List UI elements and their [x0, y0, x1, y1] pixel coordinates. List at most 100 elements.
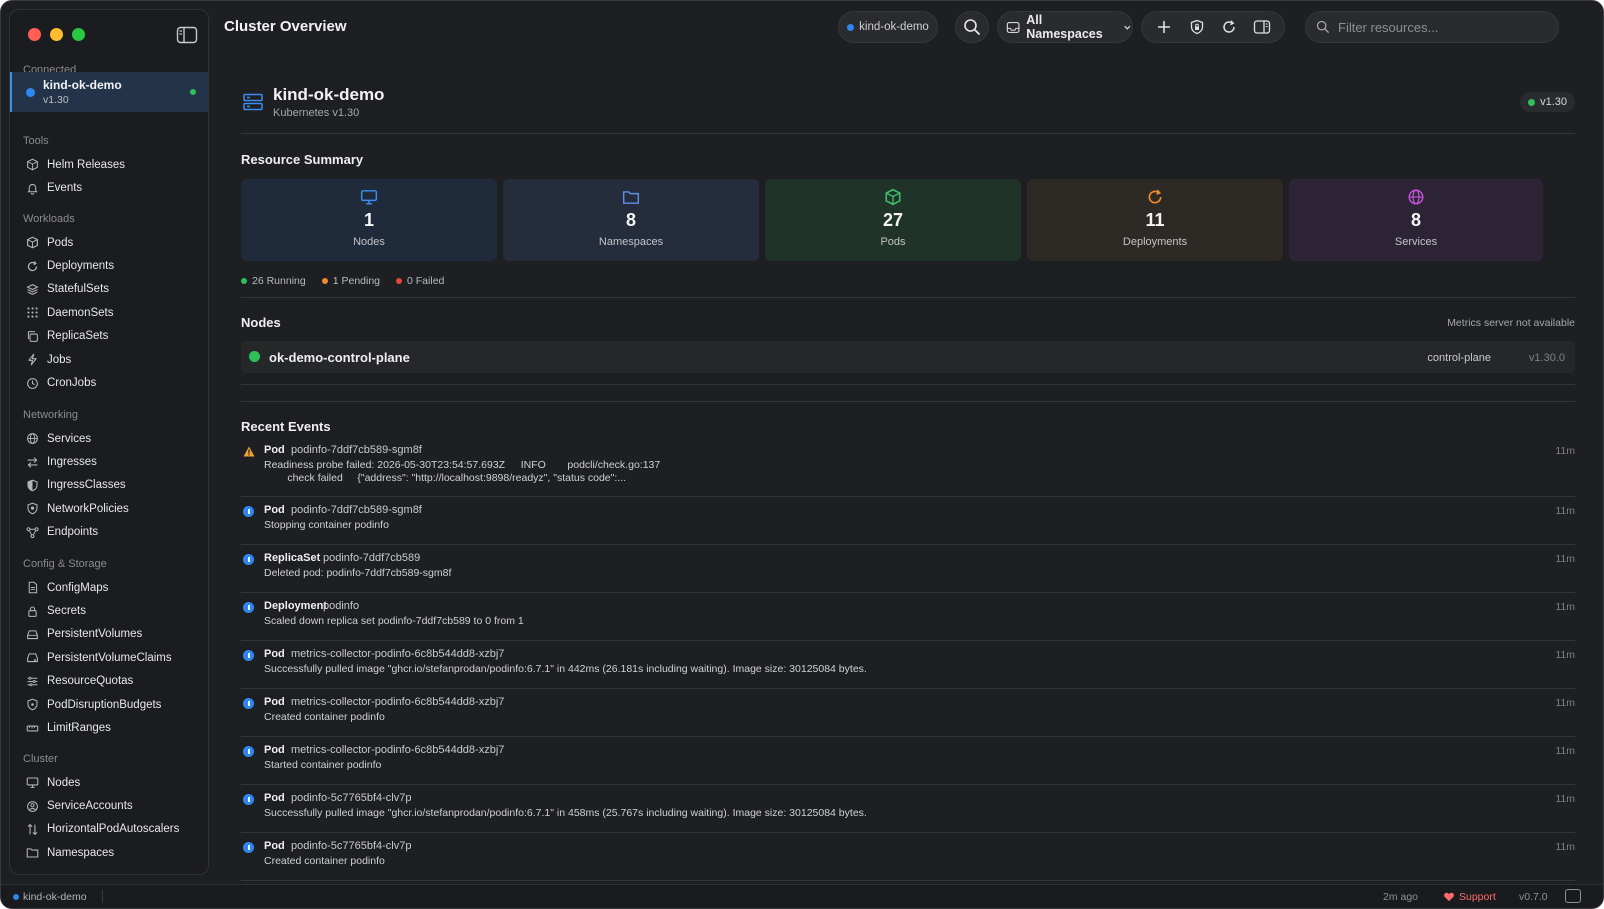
- arrows-icon: [26, 456, 39, 469]
- event-row[interactable]: Pod podinfo-7ddf7cb589-sgm8f Stopping cont…: [241, 497, 1575, 545]
- sidebar-item-persistentvolumes[interactable]: PersistentVolumes: [10, 623, 208, 646]
- connected-indicator: [190, 89, 196, 95]
- event-object[interactable]: podinfo-7ddf7cb589-sgm8f: [291, 504, 422, 516]
- refresh-icon: [1146, 188, 1164, 206]
- close-window-button[interactable]: [28, 28, 41, 41]
- sidebar-item-statefulsets[interactable]: StatefulSets: [10, 278, 208, 301]
- helm-icon: [26, 158, 39, 171]
- context-pill[interactable]: kind-ok-demo: [838, 11, 938, 43]
- sidebar-item-nodes[interactable]: Nodes: [10, 771, 208, 794]
- event-row[interactable]: Deployment podinfo Scaled down replica set…: [241, 593, 1575, 641]
- warning-icon: [243, 446, 255, 457]
- sidebar-heading: Tools: [23, 135, 49, 147]
- sidebar-item-jobs[interactable]: Jobs: [10, 348, 208, 371]
- event-row[interactable]: Pod metrics-collector-podinfo-6c8b544dd8-…: [241, 689, 1575, 737]
- node-row[interactable]: ok-demo-control-plane control-plane v1.3…: [241, 341, 1575, 373]
- event-row[interactable]: Pod podinfo-5c7765bf4-clv7p Successfully p…: [241, 785, 1575, 833]
- statusbar-context[interactable]: kind-ok-demo: [13, 891, 87, 903]
- toggle-panel-button[interactable]: [1252, 17, 1272, 37]
- filter-resources-input[interactable]: [1338, 19, 1538, 35]
- user-icon: [26, 800, 39, 813]
- event-object[interactable]: metrics-collector-podinfo-6c8b544dd8-xzb…: [291, 744, 504, 756]
- cluster-status-dot: [26, 88, 35, 97]
- event-object[interactable]: metrics-collector-podinfo-6c8b544dd8-xzb…: [291, 648, 504, 660]
- drive-icon: [26, 628, 39, 641]
- event-row[interactable]: Pod metrics-collector-podinfo-6c8b544dd8-…: [241, 737, 1575, 785]
- security-button[interactable]: [1187, 17, 1207, 37]
- sidebar-toggle-icon[interactable]: [176, 26, 198, 44]
- sidebar-item-ingresses[interactable]: Ingresses: [10, 450, 208, 473]
- event-object[interactable]: podinfo-5c7765bf4-clv7p: [291, 840, 411, 852]
- sidebar-item-deployments[interactable]: Deployments: [10, 254, 208, 277]
- stat-card-pods[interactable]: 27 Pods: [765, 179, 1021, 261]
- sidebar-item-serviceaccounts[interactable]: ServiceAccounts: [10, 794, 208, 817]
- sidebar-item-namespaces[interactable]: Namespaces: [10, 841, 208, 864]
- namespace-icon: [1006, 21, 1020, 33]
- sidebar-item-label: IngressClasses: [47, 479, 126, 492]
- sidebar-item-endpoints[interactable]: Endpoints: [10, 521, 208, 544]
- stat-card-nodes[interactable]: 1 Nodes: [241, 179, 497, 261]
- terminal-icon[interactable]: [1565, 889, 1581, 903]
- events-list: Pod podinfo-7ddf7cb589-sgm8f Readiness pro…: [241, 437, 1575, 881]
- sidebar-item-daemonsets[interactable]: DaemonSets: [10, 301, 208, 324]
- sidebar-heading: Workloads: [23, 213, 75, 225]
- event-row[interactable]: Pod podinfo-5c7765bf4-clv7p Created contai…: [241, 833, 1575, 881]
- minimize-window-button[interactable]: [50, 28, 63, 41]
- sidebar-item-limitranges[interactable]: LimitRanges: [10, 716, 208, 739]
- zoom-window-button[interactable]: [72, 28, 85, 41]
- namespace-selector[interactable]: All Namespaces: [997, 11, 1133, 43]
- sidebar-item-persistentvolumeclaims[interactable]: PersistentVolumeClaims: [10, 646, 208, 669]
- event-message: Deleted pod: podinfo-7ddf7cb589-sgm8f: [264, 567, 452, 579]
- stat-value: 8: [1410, 210, 1421, 230]
- event-age: 11m: [1555, 553, 1575, 565]
- sidebar-item-cronjobs[interactable]: CronJobs: [10, 371, 208, 394]
- sidebar-item-services[interactable]: Services: [10, 427, 208, 450]
- sidebar-item-networkpolicies[interactable]: NetworkPolicies: [10, 497, 208, 520]
- sidebar-item-label: DaemonSets: [47, 306, 114, 319]
- event-object[interactable]: metrics-collector-podinfo-6c8b544dd8-xzb…: [291, 696, 504, 708]
- event-row[interactable]: Pod podinfo-7ddf7cb589-sgm8f Readiness pro…: [241, 437, 1575, 497]
- node-version: v1.30.0: [1528, 352, 1565, 364]
- event-message: Started container podinfo: [264, 759, 382, 771]
- sidebar-item-pods[interactable]: Pods: [10, 231, 208, 254]
- info-icon: [243, 554, 254, 565]
- sidebar-item-label: StatefulSets: [47, 283, 110, 296]
- sidebar-item-configmaps[interactable]: ConfigMaps: [10, 576, 208, 599]
- half-shield-icon: [26, 479, 39, 492]
- refresh-icon: [26, 260, 39, 273]
- add-resource-button[interactable]: [1154, 17, 1174, 37]
- sidebar-item-secrets[interactable]: Secrets: [10, 599, 208, 622]
- sidebar-item-events[interactable]: Events: [10, 176, 208, 199]
- cluster-kubernetes-version: Kubernetes v1.30: [273, 107, 360, 119]
- main-content: kind-ok-demo Kubernetes v1.30 v1.30 Reso…: [241, 53, 1575, 885]
- globe-icon: [26, 432, 39, 445]
- support-link[interactable]: Support: [1443, 891, 1496, 903]
- sidebar-item-helm releases[interactable]: Helm Releases: [10, 153, 208, 176]
- sidebar-item-label: Events: [47, 182, 83, 195]
- sidebar-item-label: Deployments: [47, 260, 115, 273]
- sidebar-item-horizontalpodautoscalers[interactable]: HorizontalPodAutoscalers: [10, 818, 208, 841]
- sidebar-item-ingressclasses[interactable]: IngressClasses: [10, 474, 208, 497]
- stat-card-services[interactable]: 8 Services: [1289, 179, 1543, 261]
- event-kind: Pod: [264, 696, 285, 708]
- search-button[interactable]: [955, 11, 989, 43]
- event-object[interactable]: podinfo: [323, 600, 359, 612]
- pod-status-summary: 26 Running 1 Pending 0 Failed: [241, 275, 444, 287]
- event-row[interactable]: Pod metrics-collector-podinfo-6c8b544dd8-…: [241, 641, 1575, 689]
- sidebar-cluster-item[interactable]: kind-ok-demo v1.30: [10, 72, 208, 112]
- event-object[interactable]: podinfo-5c7765bf4-clv7p: [291, 792, 411, 804]
- event-object[interactable]: podinfo-7ddf7cb589-sgm8f: [291, 444, 422, 456]
- search-icon: [964, 19, 980, 35]
- refresh-button[interactable]: [1219, 17, 1239, 37]
- context-label: kind-ok-demo: [859, 21, 929, 33]
- side-panel-icon: [1253, 20, 1270, 34]
- stat-card-deployments[interactable]: 11 Deployments: [1027, 179, 1283, 261]
- stat-card-namespaces[interactable]: 8 Namespaces: [503, 179, 759, 261]
- sidebar-item-poddisruptionbudgets[interactable]: PodDisruptionBudgets: [10, 693, 208, 716]
- event-object[interactable]: podinfo-7ddf7cb589: [323, 552, 420, 564]
- nodes-icon: [26, 526, 39, 539]
- sidebar-item-resourcequotas[interactable]: ResourceQuotas: [10, 670, 208, 693]
- event-row[interactable]: ReplicaSet podinfo-7ddf7cb589 Deleted pod:…: [241, 545, 1575, 593]
- sidebar-item-replicasets[interactable]: ReplicaSets: [10, 325, 208, 348]
- sidebar-item-label: ServiceAccounts: [47, 800, 133, 813]
